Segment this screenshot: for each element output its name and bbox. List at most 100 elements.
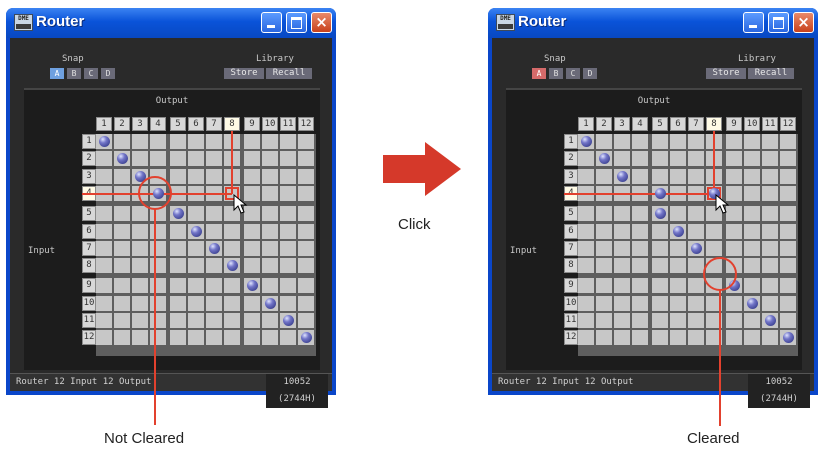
matrix-cell[interactable] <box>150 223 166 239</box>
matrix-cell[interactable] <box>262 313 278 328</box>
matrix-cell[interactable] <box>596 134 612 149</box>
snap-button-c[interactable]: C <box>84 68 98 79</box>
matrix-cell[interactable] <box>280 151 296 167</box>
matrix-cell[interactable] <box>132 151 148 167</box>
matrix-cell[interactable] <box>578 278 594 294</box>
matrix-cell[interactable] <box>96 223 112 239</box>
route-node[interactable] <box>282 315 294 326</box>
matrix-cell[interactable] <box>132 313 148 328</box>
matrix-cell[interactable] <box>670 168 686 184</box>
route-node[interactable] <box>782 332 794 344</box>
store-button[interactable]: Store <box>706 68 746 79</box>
matrix-cell[interactable] <box>688 313 704 328</box>
route-node[interactable] <box>654 208 666 220</box>
matrix-cell[interactable] <box>188 330 204 346</box>
matrix-cell[interactable] <box>170 223 186 239</box>
matrix-cell[interactable] <box>280 185 296 201</box>
matrix-cell[interactable] <box>596 240 612 256</box>
matrix-cell[interactable] <box>726 295 742 311</box>
matrix-cell[interactable] <box>652 168 668 184</box>
matrix-cell[interactable] <box>762 278 778 294</box>
matrix-cell[interactable] <box>762 223 778 239</box>
matrix-cell[interactable] <box>632 330 648 346</box>
matrix-cell[interactable] <box>280 295 296 311</box>
matrix-cell[interactable] <box>706 223 722 239</box>
matrix-cell[interactable] <box>298 240 314 256</box>
matrix-cell[interactable] <box>726 151 742 167</box>
matrix-cell[interactable] <box>96 168 112 184</box>
matrix-cell[interactable] <box>114 295 130 311</box>
matrix-cell[interactable] <box>298 313 314 328</box>
matrix-cell[interactable] <box>670 278 686 294</box>
matrix-cell[interactable] <box>652 295 668 311</box>
matrix-cell[interactable] <box>726 134 742 149</box>
matrix-cell[interactable] <box>96 258 112 274</box>
matrix-cell[interactable] <box>114 258 130 274</box>
matrix-cell[interactable] <box>206 278 222 294</box>
matrix-cell[interactable] <box>614 206 630 222</box>
matrix-cell[interactable] <box>762 151 778 167</box>
matrix-cell[interactable] <box>132 258 148 274</box>
matrix-cell[interactable] <box>652 223 668 239</box>
matrix-cell[interactable] <box>96 240 112 256</box>
matrix-cell[interactable] <box>206 223 222 239</box>
matrix-cell[interactable] <box>114 206 130 222</box>
matrix-cell[interactable] <box>298 206 314 222</box>
matrix-cell[interactable] <box>114 313 130 328</box>
recall-button[interactable]: Recall <box>748 68 794 79</box>
matrix-cell[interactable] <box>632 151 648 167</box>
route-node[interactable] <box>690 242 702 254</box>
matrix-cell[interactable] <box>170 295 186 311</box>
matrix-cell[interactable] <box>244 295 260 311</box>
snap-button-d[interactable]: D <box>583 68 597 79</box>
matrix-cell[interactable] <box>262 258 278 274</box>
matrix-cell[interactable] <box>596 206 612 222</box>
matrix-cell[interactable] <box>262 151 278 167</box>
matrix-cell[interactable] <box>150 134 166 149</box>
recall-button[interactable]: Recall <box>266 68 312 79</box>
matrix-cell[interactable] <box>298 168 314 184</box>
matrix-cell[interactable] <box>150 240 166 256</box>
matrix-cell[interactable] <box>632 223 648 239</box>
matrix-cell[interactable] <box>244 223 260 239</box>
matrix-cell[interactable] <box>132 223 148 239</box>
matrix-cell[interactable] <box>280 168 296 184</box>
route-node[interactable] <box>580 136 592 147</box>
matrix-cell[interactable] <box>762 330 778 346</box>
matrix-cell[interactable] <box>150 258 166 274</box>
matrix-cell[interactable] <box>670 258 686 274</box>
matrix-cell[interactable] <box>150 295 166 311</box>
matrix-cell[interactable] <box>262 206 278 222</box>
matrix-cell[interactable] <box>652 134 668 149</box>
matrix-cell[interactable] <box>596 295 612 311</box>
matrix-cell[interactable] <box>632 206 648 222</box>
matrix-cell[interactable] <box>170 134 186 149</box>
matrix-cell[interactable] <box>298 151 314 167</box>
matrix-cell[interactable] <box>244 313 260 328</box>
close-button[interactable]: × <box>311 12 332 33</box>
matrix-cell[interactable] <box>614 151 630 167</box>
matrix-cell[interactable] <box>744 240 760 256</box>
matrix-cell[interactable] <box>670 330 686 346</box>
matrix-cell[interactable] <box>614 330 630 346</box>
matrix-cell[interactable] <box>280 223 296 239</box>
matrix-cell[interactable] <box>298 223 314 239</box>
maximize-button[interactable] <box>286 12 307 33</box>
matrix-cell[interactable] <box>688 168 704 184</box>
matrix-cell[interactable] <box>96 278 112 294</box>
matrix-cell[interactable] <box>670 151 686 167</box>
matrix-cell[interactable] <box>578 223 594 239</box>
matrix-cell[interactable] <box>670 295 686 311</box>
matrix-cell[interactable] <box>262 330 278 346</box>
matrix-cell[interactable] <box>780 313 796 328</box>
matrix-cell[interactable] <box>688 206 704 222</box>
matrix-cell[interactable] <box>280 134 296 149</box>
matrix-cell[interactable] <box>780 278 796 294</box>
matrix-cell[interactable] <box>744 258 760 274</box>
matrix-cell[interactable] <box>132 278 148 294</box>
route-node[interactable] <box>300 332 312 344</box>
matrix-cell[interactable] <box>762 240 778 256</box>
matrix-cell[interactable] <box>780 206 796 222</box>
matrix-cell[interactable] <box>96 330 112 346</box>
matrix-cell[interactable] <box>652 278 668 294</box>
